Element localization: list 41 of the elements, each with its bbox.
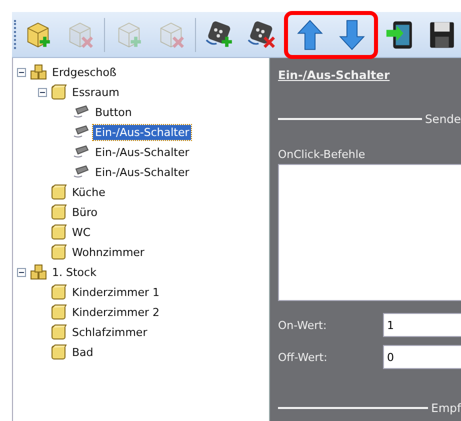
cube-icon [51,84,67,100]
section-heading: Sende [424,112,461,126]
cube-icon [51,304,67,320]
tree-item[interactable]: 1. Stock [50,264,98,280]
tree-item[interactable]: Essraum [70,84,122,100]
tree-item[interactable]: Ein-/Aus-Schalter [93,124,192,140]
collapse-toggle[interactable] [38,88,47,96]
cube-icon [51,244,67,260]
field-label: OnClick-Befehle [278,148,366,161]
section-heading: Empf [431,401,461,415]
tree-item[interactable]: Bad [70,344,96,360]
cube-icon [51,204,67,220]
tree-item[interactable]: Küche [70,184,108,200]
input-field[interactable]: 1 [383,313,461,337]
cube-icon [51,284,67,300]
tree-item[interactable]: Schlafzimmer [70,324,150,340]
stacked-boxes-icon [30,64,47,80]
collapse-toggle[interactable] [17,268,26,276]
input-field[interactable]: 0 [383,345,461,369]
tree-item[interactable]: Wohnzimmer [70,244,146,260]
tree-item[interactable]: Button [93,104,134,120]
details-title: Ein-/Aus-Schalter [278,68,391,82]
cube-icon [51,184,67,200]
remote-icon [72,125,90,139]
cube-icon [51,224,67,240]
remote-icon [72,105,90,119]
remote-icon [72,145,90,159]
tree-item[interactable]: Ein-/Aus-Schalter [93,144,192,160]
cube-icon [51,324,67,340]
tree-item[interactable]: WC [70,224,93,240]
field-label: On-Wert: [278,318,328,332]
tree-item[interactable]: Ein-/Aus-Schalter [93,164,192,180]
field-label: Off-Wert: [278,350,328,364]
tree-item[interactable]: Erdgeschoß [50,64,118,80]
stacked-boxes-icon [30,264,47,280]
cube-icon [51,344,67,360]
tree-item[interactable]: Kinderzimmer 1 [70,284,162,300]
collapse-toggle[interactable] [17,68,26,76]
tree-item[interactable]: Kinderzimmer 2 [70,304,162,320]
remote-icon [72,165,90,179]
tree-item[interactable]: Büro [70,204,100,220]
